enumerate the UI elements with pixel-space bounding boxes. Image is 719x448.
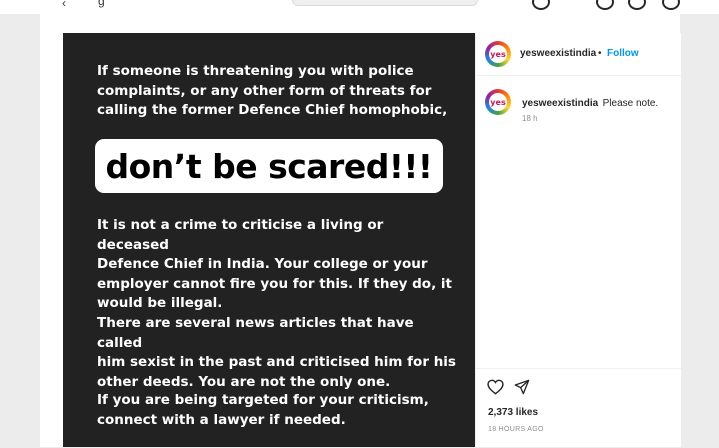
caption-line: yesweexistindia Please note. [522,93,677,111]
caption-text: Please note. [602,98,659,109]
post-sidebar: yes yesweexistindia • Follow yes yesweex… [475,33,681,447]
nav-activity-icon[interactable] [596,0,614,10]
logo-fragment-icon: g [98,0,105,8]
post-paragraph-4: If you are being targeted for your criti… [97,392,429,428]
caption-username[interactable]: yesweexistindia [522,98,598,109]
post-paragraph-1: If someone is threatening you with polic… [97,63,448,118]
banner-text: don’t be scared!!! [105,146,433,186]
nav-explore-icon[interactable] [628,0,646,10]
search-input[interactable] [292,0,478,6]
nav-profile-icon[interactable] [662,0,680,10]
caption-avatar[interactable]: yes [485,89,511,115]
post-timestamp: 18 HOURS AGO [488,426,544,433]
follow-button[interactable]: Follow [607,48,639,59]
likes-count[interactable]: 2,373 likes [488,407,538,418]
top-navigation-bar: ‹ g [0,0,719,14]
highlight-banner: don’t be scared!!! [95,139,443,193]
post-header: yes yesweexistindia • Follow [476,33,681,76]
send-icon[interactable] [514,379,530,395]
header-username[interactable]: yesweexistindia [520,48,596,59]
heart-icon[interactable] [487,379,504,395]
chevron-left-icon[interactable]: ‹ [62,0,66,10]
separator-dot: • [598,48,602,59]
caption-time: 18 h [522,114,538,123]
nav-home-icon[interactable] [532,0,550,10]
post-paragraph-3: There are several news articles that hav… [97,315,456,390]
avatar-initials: yes [489,45,507,63]
caption-avatar-initials: yes [489,93,507,111]
avatar[interactable]: yes [485,41,511,67]
post-paragraph-2: It is not a crime to criticise a living … [97,217,452,311]
post-image[interactable]: If someone is threatening you with polic… [63,33,475,447]
post-actions: 2,373 likes 18 HOURS AGO [476,368,681,448]
